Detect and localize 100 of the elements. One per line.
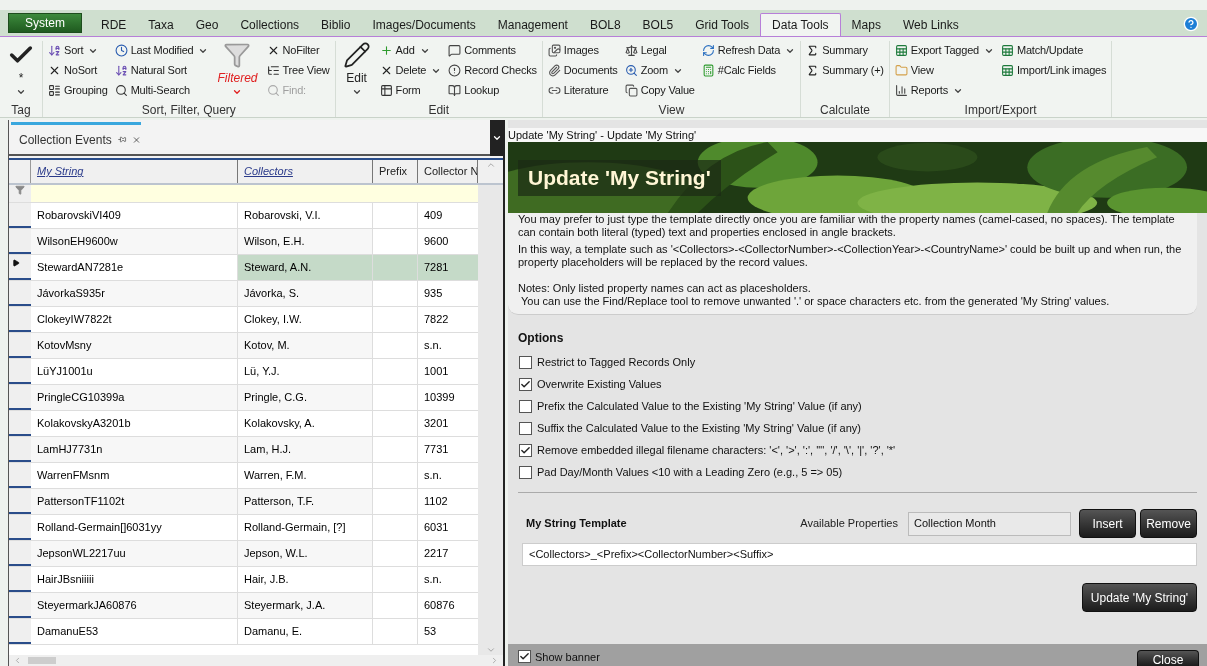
checkbox[interactable]: [518, 650, 531, 664]
ribbon-button[interactable]: Legal: [624, 41, 695, 60]
ribbon-button[interactable]: Last Modified: [114, 41, 209, 60]
ribbon-tab[interactable]: Images/Documents: [361, 13, 487, 36]
properties-dropdown[interactable]: Collection Month: [908, 511, 1071, 536]
ribbon-button[interactable]: Record Checks: [448, 61, 537, 80]
row-header[interactable]: [9, 593, 31, 618]
ribbon-button[interactable]: #Calc Fields: [701, 61, 796, 80]
column-header[interactable]: Collector N: [418, 160, 478, 183]
ribbon-button[interactable]: Reports: [894, 81, 994, 100]
ribbon-button[interactable]: Grouping: [48, 81, 108, 100]
ribbon-button[interactable]: Literature: [547, 81, 618, 100]
ribbon-button[interactable]: Natural Sort: [114, 61, 209, 80]
ribbon-button[interactable]: Multi-Search: [114, 81, 209, 100]
table-cell: JepsonWL2217uu: [31, 541, 238, 566]
checkbox[interactable]: [519, 444, 532, 457]
ribbon-tab[interactable]: Geo: [184, 13, 230, 36]
remove-button[interactable]: Remove: [1140, 509, 1197, 538]
ribbon-tab[interactable]: BOL8: [578, 13, 632, 36]
ribbon-button[interactable]: Documents: [547, 61, 618, 80]
template-input[interactable]: <Collectors>_<Prefix><CollectorNumber><Suffix>: [522, 543, 1197, 566]
checkbox[interactable]: [519, 422, 532, 435]
row-header[interactable]: [9, 307, 31, 332]
ribbon-button[interactable]: Refresh Data: [701, 41, 796, 60]
pencil-icon: [342, 41, 371, 69]
checkbox[interactable]: [519, 356, 532, 369]
row-header[interactable]: [9, 385, 31, 410]
column-header[interactable]: Collectors: [238, 160, 373, 183]
ribbon-button[interactable]: Import/Link images: [1000, 61, 1107, 80]
ribbon-button[interactable]: Form: [379, 81, 442, 100]
row-header[interactable]: [9, 515, 31, 540]
ribbon-button[interactable]: Match/Update: [1000, 41, 1107, 60]
option-label: Restrict to Tagged Records Only: [537, 355, 696, 371]
row-header[interactable]: [9, 437, 31, 462]
close-button[interactable]: Close: [1137, 650, 1199, 666]
ribbon-tab[interactable]: BOL5: [631, 13, 685, 36]
ribbon-button[interactable]: Tree View: [266, 61, 330, 80]
ribbon-tab[interactable]: Taxa: [137, 13, 185, 36]
ribbon-button[interactable]: Add: [379, 41, 442, 60]
ribbon-tab[interactable]: Grid Tools: [684, 13, 761, 36]
ribbon-button[interactable]: Summary (+): [806, 61, 884, 80]
pin-icon[interactable]: [116, 135, 128, 144]
ribbon-tab[interactable]: Collections: [229, 13, 311, 36]
ribbon-button[interactable]: Sort: [48, 41, 108, 60]
checkbox[interactable]: [519, 400, 532, 413]
ribbon-tab[interactable]: RDE: [90, 13, 138, 36]
table-cell: SteyermarkJA60876: [31, 593, 238, 618]
table-cell: WilsonEH9600w: [31, 229, 238, 254]
ribbon-button[interactable]: NoFilter: [266, 41, 330, 60]
ribbon-tab[interactable]: Web Links: [891, 13, 970, 36]
ribbon-tab[interactable]: Biblio: [310, 13, 362, 36]
update-button[interactable]: Update 'My String': [1082, 583, 1197, 612]
group-label: Tag: [10, 102, 32, 117]
row-header[interactable]: [9, 567, 31, 592]
table-cell-text: s.n.: [423, 572, 443, 588]
row-header[interactable]: [9, 619, 31, 644]
table-cell-text: 1102: [423, 494, 449, 510]
ribbon-button[interactable]: View: [894, 61, 994, 80]
document-tab[interactable]: Collection Events: [11, 122, 141, 154]
table-cell-text: s.n.: [423, 338, 443, 354]
row-header[interactable]: [9, 359, 31, 384]
row-header[interactable]: [9, 229, 31, 254]
scroll-thumb[interactable]: [28, 657, 56, 664]
ribbon-large-button[interactable]: Filtered: [215, 41, 260, 101]
option-label: Overwrite Existing Values: [537, 377, 662, 393]
row-header[interactable]: [9, 411, 31, 436]
checkbox[interactable]: [519, 378, 532, 391]
row-header[interactable]: [9, 489, 31, 514]
row-header[interactable]: [9, 333, 31, 358]
row-header[interactable]: [9, 281, 31, 306]
row-header[interactable]: [9, 255, 31, 280]
folder-icon: [894, 64, 908, 77]
help-icon[interactable]: [1183, 16, 1199, 32]
table-icon: [379, 84, 393, 97]
horizontal-scrollbar[interactable]: [9, 655, 503, 666]
panel-menu-button[interactable]: [490, 120, 503, 156]
app-menu-button[interactable]: System: [8, 13, 82, 33]
column-header[interactable]: Prefix: [373, 160, 418, 183]
ribbon-button[interactable]: Delete: [379, 61, 442, 80]
ribbon-tab[interactable]: Management: [486, 13, 579, 36]
ribbon-button[interactable]: Zoom: [624, 61, 695, 80]
checkbox[interactable]: [519, 466, 532, 479]
column-header[interactable]: My String: [31, 160, 238, 183]
ribbon-button[interactable]: Export Tagged: [894, 41, 994, 60]
ribbon-button[interactable]: NoSort: [48, 61, 108, 80]
ribbon-button[interactable]: Summary: [806, 41, 884, 60]
row-header[interactable]: [9, 203, 31, 228]
ribbon-large-button[interactable]: *: [5, 41, 37, 101]
ribbon-tab[interactable]: Maps: [840, 13, 892, 36]
ribbon-large-button[interactable]: Edit: [340, 41, 373, 101]
vertical-scrollbar[interactable]: [478, 185, 503, 655]
ribbon-button[interactable]: Images: [547, 41, 618, 60]
row-header[interactable]: [9, 463, 31, 488]
ribbon-button[interactable]: Copy Value: [624, 81, 695, 100]
ribbon-tab[interactable]: Data Tools: [760, 13, 841, 36]
paperclip-icon: [547, 64, 561, 77]
insert-button[interactable]: Insert: [1079, 509, 1136, 538]
ribbon-button[interactable]: Lookup: [448, 81, 537, 100]
ribbon-button[interactable]: Comments: [448, 41, 537, 60]
row-header[interactable]: [9, 541, 31, 566]
